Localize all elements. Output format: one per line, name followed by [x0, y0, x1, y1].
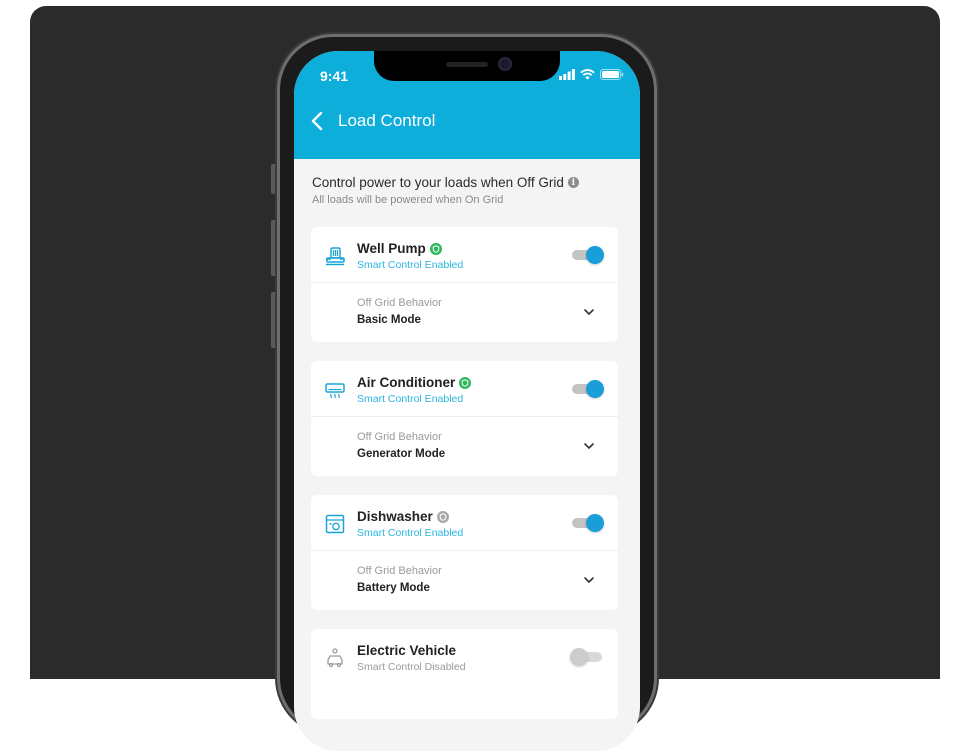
wifi-icon: [580, 69, 595, 80]
load-status: Smart Control Enabled: [357, 393, 464, 405]
ev-charger-icon: [327, 648, 343, 668]
load-card-header: Air Conditioner Smart Control Enabled: [311, 361, 618, 417]
behavior-value: Generator Mode: [357, 448, 446, 460]
load-name-row: Dishwasher: [357, 509, 449, 524]
behavior-label: Off Grid Behavior: [357, 565, 442, 577]
status-time: 9:41: [320, 68, 349, 84]
phone-notch: [374, 51, 560, 81]
load-name: Air Conditioner: [357, 375, 456, 390]
behavior-value: Battery Mode: [357, 582, 430, 594]
intro-section: Control power to your loads when Off Gri…: [312, 175, 622, 206]
off-grid-behavior-selector[interactable]: Off Grid Behavior Basic Mode: [311, 283, 618, 342]
load-card-header: Dishwasher Smart Control Enabled: [311, 495, 618, 551]
status-icons: [559, 69, 624, 80]
behavior-label: Off Grid Behavior: [357, 431, 442, 443]
speaker-grille: [446, 62, 488, 67]
dishwasher-icon: [325, 514, 345, 534]
load-card-header: Well Pump Smart Control Enabled: [311, 227, 618, 283]
toggle-knob: [570, 648, 588, 666]
load-toggle[interactable]: [570, 514, 604, 532]
chevron-down-icon[interactable]: [582, 439, 596, 453]
load-status: Smart Control Enabled: [357, 527, 464, 539]
chevron-down-icon[interactable]: [582, 573, 596, 587]
intro-title: Control power to your loads when Off Gri…: [312, 175, 564, 190]
water-pump-icon: [326, 247, 345, 266]
phone-volume-up: [271, 220, 276, 276]
smart-control-badge-icon: [436, 510, 449, 523]
smart-control-badge-icon: [429, 242, 442, 255]
toggle-knob: [586, 514, 604, 532]
load-card-air-conditioner: Air Conditioner Smart Control Enabled Of…: [311, 361, 618, 476]
battery-icon: [600, 69, 624, 80]
phone-frame: 9:41 Load Control Control power to your …: [277, 34, 657, 751]
app-screen: 9:41 Load Control Control power to your …: [294, 51, 640, 751]
phone-mute-switch: [271, 164, 276, 194]
signal-icon: [559, 69, 575, 80]
load-card-dishwasher: Dishwasher Smart Control Enabled Off Gri…: [311, 495, 618, 610]
air-conditioner-icon: [325, 383, 345, 399]
load-status: Smart Control Enabled: [357, 259, 464, 271]
load-name: Dishwasher: [357, 509, 433, 524]
load-card-header: Electric Vehicle Smart Control Disabled: [311, 629, 618, 685]
toggle-knob: [586, 380, 604, 398]
info-icon[interactable]: i: [567, 177, 579, 188]
load-card-electric-vehicle: Electric Vehicle Smart Control Disabled: [311, 629, 618, 719]
back-arrow-icon[interactable]: [306, 109, 330, 133]
load-toggle[interactable]: [570, 380, 604, 398]
off-grid-behavior-selector[interactable]: Off Grid Behavior Battery Mode: [311, 551, 618, 610]
page-title: Load Control: [338, 111, 436, 130]
load-status: Smart Control Disabled: [357, 661, 466, 673]
intro-title-row: Control power to your loads when Off Gri…: [312, 175, 622, 190]
load-name: Well Pump: [357, 241, 426, 256]
load-card-well-pump: Well Pump Smart Control Enabled Off Grid…: [311, 227, 618, 342]
app-header: 9:41 Load Control: [294, 51, 640, 159]
load-toggle[interactable]: [570, 246, 604, 264]
intro-subtitle: All loads will be powered when On Grid: [312, 194, 504, 206]
load-toggle[interactable]: [570, 648, 604, 666]
camera-icon: [498, 57, 512, 71]
load-name-row: Well Pump: [357, 241, 442, 256]
phone-volume-down: [271, 292, 276, 348]
toggle-knob: [586, 246, 604, 264]
off-grid-behavior-selector[interactable]: Off Grid Behavior Generator Mode: [311, 417, 618, 476]
behavior-label: Off Grid Behavior: [357, 297, 442, 309]
load-name-row: Air Conditioner: [357, 375, 472, 390]
load-name-row: Electric Vehicle: [357, 643, 456, 658]
behavior-value: Basic Mode: [357, 314, 421, 326]
chevron-down-icon[interactable]: [582, 305, 596, 319]
load-name: Electric Vehicle: [357, 643, 457, 658]
smart-control-badge-icon: [459, 376, 472, 389]
